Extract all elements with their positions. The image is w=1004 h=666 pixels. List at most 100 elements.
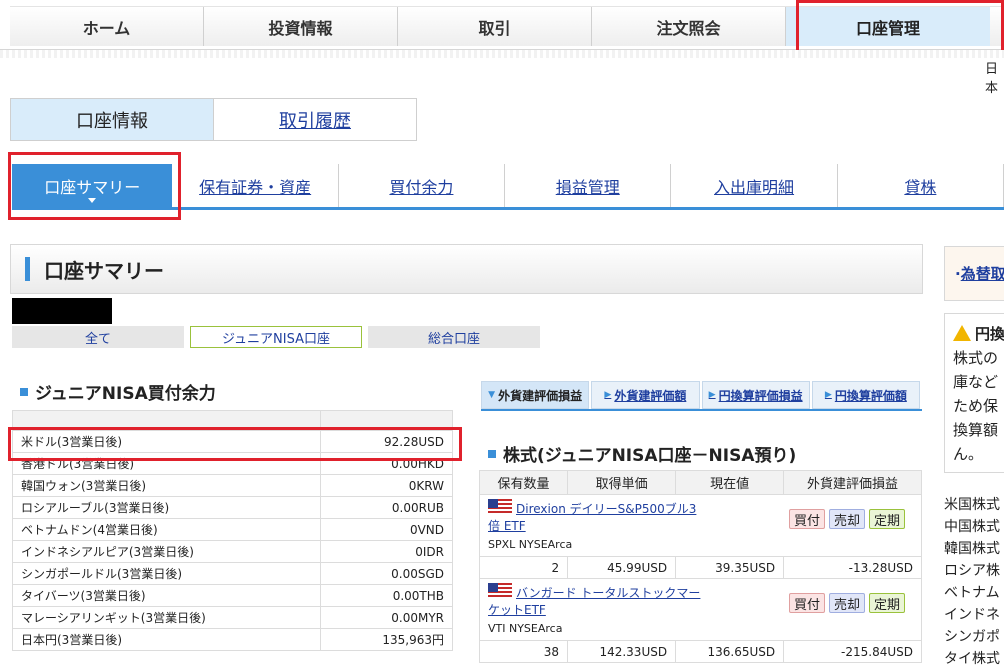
stock-link[interactable]: Direxion デイリーS&P500ブル3 xyxy=(516,502,696,516)
nav-investment-info[interactable]: 投資情報 xyxy=(204,7,398,46)
tab-junior-nisa[interactable]: ジュニアNISA口座 xyxy=(190,326,362,348)
stock-name-row: Direxion デイリーS&P500ブル3 倍 ETF SPXL NYSEArca… xyxy=(479,494,922,557)
section-square-icon xyxy=(20,387,28,396)
tab-buying-power[interactable]: 買付余力 xyxy=(338,164,506,207)
tab-jpy-pl-label: 円換算評価損益 xyxy=(718,388,803,403)
currency-value: 0.00SGD xyxy=(320,562,453,585)
stock-values-row: 38 142.33USD 136.65USD -215.84USD xyxy=(478,640,922,663)
highlight-account-management xyxy=(796,0,1004,56)
tab-pl-management[interactable]: 損益管理 xyxy=(505,164,672,207)
currency-label: 韓国ウォン(3営業日後) xyxy=(12,474,321,497)
tab-general-account[interactable]: 総合口座 xyxy=(368,326,540,348)
page-header: 口座サマリー xyxy=(10,244,923,294)
list-item[interactable]: 中国株式 xyxy=(944,516,1004,538)
currency-value: 0.00RUB xyxy=(320,496,453,519)
stock-qty: 2 xyxy=(478,556,569,579)
stocks-title: 株式(ジュニアNISA口座－NISA預り) xyxy=(488,441,796,466)
tab-account-info[interactable]: 口座情報 xyxy=(11,99,213,140)
nav-divider xyxy=(0,50,1004,58)
table-row: ベトナムドン(4営業日後) 0VND xyxy=(12,518,453,541)
notice-line: 株式の xyxy=(953,349,999,367)
col-cost: 取得単価 xyxy=(567,470,677,495)
currency-label: タイバーツ(3営業日後) xyxy=(12,584,321,607)
stock-name: Direxion デイリーS&P500ブル3 倍 ETF SPXL NYSEArca… xyxy=(488,499,913,551)
tab-jpy-pl[interactable]: ▶ 円換算評価損益 xyxy=(701,381,810,409)
list-item[interactable]: 韓国株式 xyxy=(944,538,1004,560)
tab-stock-lending[interactable]: 貸株 xyxy=(837,164,1004,207)
sell-button[interactable]: 売却 xyxy=(828,593,865,613)
stock-name: バンガード トータルストックマーケットETF VTI NYSEArca 買付 売却 定期 xyxy=(488,583,913,635)
tab-jpy-value-label: 円換算評価額 xyxy=(834,388,907,403)
stock-values-row: 2 45.99USD 39.35USD -13.28USD xyxy=(478,556,922,579)
nav-trade[interactable]: 取引 xyxy=(398,7,592,46)
tab-fx-value[interactable]: ▶ 外貨建評価額 xyxy=(591,381,700,409)
currency-label: シンガポールドル(3営業日後) xyxy=(12,562,321,585)
valuation-tabs: ▼ 外貨建評価損益 ▶ 外貨建評価額 ▶ 円換算評価損益 ▶ 円換算評価額 xyxy=(481,381,922,411)
list-item[interactable]: ロシア株 xyxy=(944,560,1004,582)
currency-value: 0IDR xyxy=(320,540,453,563)
table-row: シンガポールドル(3営業日後) 0.00SGD xyxy=(12,562,453,585)
chevron-right-icon: ▶ xyxy=(604,390,612,400)
highlight-usd-row xyxy=(8,427,462,461)
notice-line: ん。 xyxy=(953,445,984,463)
stock-holdings-table: 保有数量 取得単価 現在値 外貨建評価損益 Direxion デイリーS&P50… xyxy=(478,470,922,663)
stock-name-row: バンガード トータルストックマーケットETF VTI NYSEArca 買付 売却 定期 xyxy=(479,578,922,641)
tab-trade-history[interactable]: 取引履歴 xyxy=(213,99,416,140)
market-list: 米国株式 中国株式 韓国株式 ロシア株 ベトナム インドネ シンガポ タイ株式 xyxy=(944,494,1004,666)
chevron-down-icon: ▼ xyxy=(488,390,496,400)
nav-order-inquiry[interactable]: 注文照会 xyxy=(592,7,786,46)
table-row: 韓国ウォン(3営業日後) 0KRW xyxy=(12,474,453,497)
table-row: マレーシアリンギット(3営業日後) 0.00MYR xyxy=(12,606,453,629)
list-item[interactable]: シンガポ xyxy=(944,626,1004,648)
buy-button[interactable]: 買付 xyxy=(788,509,825,529)
stocks-title-text: 株式(ジュニアNISA口座－NISA預り) xyxy=(503,446,797,466)
currency-value: 135,963円 xyxy=(320,628,453,651)
col-pl: 外貨建評価損益 xyxy=(783,470,922,495)
stock-cost: 45.99USD xyxy=(567,556,677,579)
tab-all-accounts[interactable]: 全て xyxy=(12,326,184,348)
language-label[interactable]: 日本 xyxy=(985,58,1004,96)
header-accent-bar xyxy=(25,257,30,281)
us-flag-icon xyxy=(488,499,512,515)
currency-value: 0.00THB xyxy=(320,584,453,607)
list-item[interactable]: インドネ xyxy=(944,604,1004,626)
list-item[interactable]: タイ株式 xyxy=(944,648,1004,666)
buy-button[interactable]: 買付 xyxy=(788,593,825,613)
nav-home[interactable]: ホーム xyxy=(10,7,204,46)
stock-cost: 142.33USD xyxy=(567,640,677,663)
stock-link[interactable]: バンガード トータルストックマー xyxy=(516,586,700,600)
table-header-row: 保有数量 取得単価 現在値 外貨建評価損益 xyxy=(478,470,922,495)
stock-link-line2[interactable]: ケットETF xyxy=(488,603,546,617)
buying-power-title-text: ジュニアNISA買付余力 xyxy=(35,384,216,404)
currency-label: 日本円(3営業日後) xyxy=(12,628,321,651)
tab-deposit-withdrawal[interactable]: 入出庫明細 xyxy=(671,164,838,207)
tab-holdings[interactable]: 保有証券・資産 xyxy=(172,164,339,207)
tab-fx-pl[interactable]: ▼ 外貨建評価損益 xyxy=(481,381,590,409)
table-row: 日本円(3営業日後) 135,963円 xyxy=(12,628,453,651)
notice-line: 換算額 xyxy=(953,421,999,439)
regular-button[interactable]: 定期 xyxy=(868,593,905,613)
tab-jpy-value[interactable]: ▶ 円換算評価額 xyxy=(811,381,920,409)
stock-ticker: VTI NYSEArca xyxy=(488,622,563,635)
notice-line: ため保 xyxy=(953,397,999,415)
fx-trade-link[interactable]: 為替取 xyxy=(961,263,1004,284)
fx-trade-link-box[interactable]: · 為替取 xyxy=(944,246,1004,301)
regular-button[interactable]: 定期 xyxy=(868,509,905,529)
currency-value: 0KRW xyxy=(320,474,453,497)
table-row: ロシアルーブル(3営業日後) 0.00RUB xyxy=(12,496,453,519)
chevron-right-icon: ▶ xyxy=(824,390,832,400)
col-price: 現在値 xyxy=(675,470,785,495)
tab-fx-pl-label: 外貨建評価損益 xyxy=(498,388,583,403)
stock-link-line2[interactable]: 倍 ETF xyxy=(488,519,526,533)
warning-icon xyxy=(953,325,971,341)
list-item[interactable]: 米国株式 xyxy=(944,494,1004,516)
stock-price: 136.65USD xyxy=(675,640,785,663)
list-item[interactable]: ベトナム xyxy=(944,582,1004,604)
sell-button[interactable]: 売却 xyxy=(828,509,865,529)
currency-label: ロシアルーブル(3営業日後) xyxy=(12,496,321,519)
currency-value: 0VND xyxy=(320,518,453,541)
stock-pl: -13.28USD xyxy=(783,556,922,579)
stock-pl: -215.84USD xyxy=(783,640,922,663)
notice-title: 円換 xyxy=(975,325,1004,343)
stock-price: 39.35USD xyxy=(675,556,785,579)
